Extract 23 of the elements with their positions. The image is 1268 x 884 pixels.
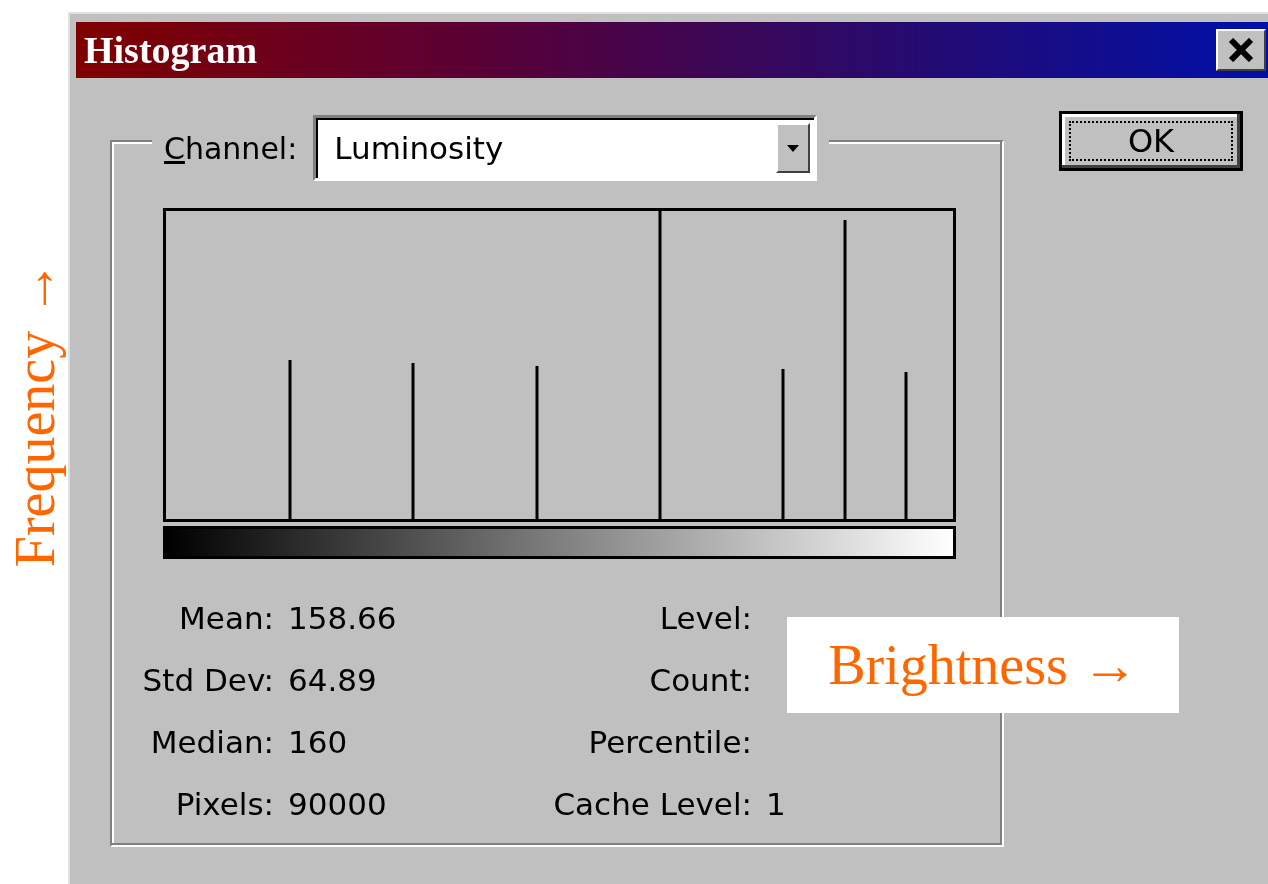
stat-value: 158.66 [288,598,397,638]
brightness-axis-annotation: Brightness → [787,617,1179,713]
stat-value: 90000 [288,784,387,824]
stat-label: Cache Level: [552,784,752,824]
stat-label: Std Dev: [141,660,274,700]
ok-button[interactable]: OK [1059,111,1243,171]
close-button[interactable] [1216,29,1266,71]
window-title: Histogram [84,31,258,69]
stat-value: 1 [766,784,786,824]
close-icon [1228,38,1254,62]
stat-value: 160 [288,722,348,762]
stat-label: Median: [149,722,274,762]
caret-icon [787,144,800,152]
dropdown-value: Luminosity [334,128,504,168]
channel-label: Channel: [164,129,298,168]
stat-label: Percentile: [587,722,752,762]
stat-label: Pixels: [174,784,274,824]
stat-label: Mean: [178,598,274,638]
stat-label: Level: [658,598,752,638]
stat-label: Count: [648,660,752,700]
channel-dropdown[interactable]: Luminosity [313,115,818,181]
stat-value: 64.89 [288,660,377,700]
dropdown-arrow-button[interactable] [776,123,811,173]
